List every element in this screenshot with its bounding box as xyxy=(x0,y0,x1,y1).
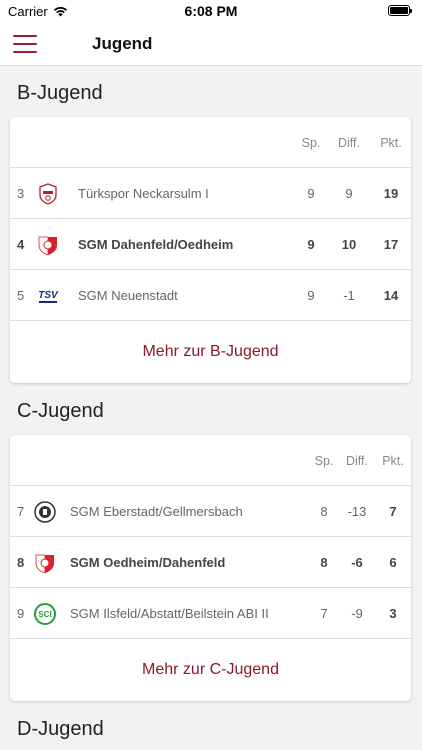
row-diff: 9 xyxy=(345,186,353,201)
status-time: 6:08 PM xyxy=(184,3,238,19)
table-row[interactable]: 3 Türkspor Neckarsulm I 9 9 19 xyxy=(10,168,411,219)
row-points: 7 xyxy=(389,504,397,519)
row-team: Türkspor Neckarsulm I xyxy=(78,186,209,201)
section-title-c-jugend: C-Jugend xyxy=(17,400,104,422)
row-games: 9 xyxy=(307,186,315,201)
row-diff: -13 xyxy=(347,504,367,519)
row-games: 8 xyxy=(320,504,328,519)
row-team: SGM Eberstadt/Gellmersbach xyxy=(70,504,243,519)
more-c-jugend-link[interactable]: Mehr zur C-Jugend xyxy=(10,639,411,701)
row-rank: 7 xyxy=(17,504,25,519)
svg-text:TSV: TSV xyxy=(38,290,59,301)
hamburger-menu-icon[interactable] xyxy=(13,35,37,53)
row-rank: 4 xyxy=(17,237,25,252)
table-row[interactable]: 5 TSV SGM Neuenstadt 9 -1 14 xyxy=(10,270,411,321)
section-title-d-jugend: D-Jugend xyxy=(17,718,104,740)
tsv-neuenstadt-logo-icon: TSV xyxy=(36,270,60,321)
more-b-jugend-link[interactable]: Mehr zur B-Jugend xyxy=(10,321,411,383)
header-sp: Sp. xyxy=(301,135,321,150)
row-diff: 10 xyxy=(341,237,357,252)
page-title: Jugend xyxy=(92,34,153,53)
row-games: 9 xyxy=(307,237,315,252)
row-diff: -6 xyxy=(351,555,363,570)
svg-text:SCI: SCI xyxy=(38,610,51,619)
row-points: 17 xyxy=(383,237,399,252)
table-row[interactable]: 7 SGM Eberstadt/Gellmersbach 8 -13 7 xyxy=(10,486,411,537)
red-white-shield-logo-icon xyxy=(33,537,57,588)
row-points: 3 xyxy=(389,606,397,621)
header-pkt: Pkt. xyxy=(380,135,402,150)
row-rank: 8 xyxy=(17,555,25,570)
section-title-b-jugend: B-Jugend xyxy=(17,82,103,104)
header-diff: Diff. xyxy=(338,135,360,150)
table-row[interactable]: 4 SGM Dahenfeld/Oedheim 9 10 17 xyxy=(10,219,411,270)
row-points: 19 xyxy=(383,186,399,201)
table-header: Sp. Diff. Pkt. xyxy=(10,117,411,168)
row-rank: 9 xyxy=(17,606,25,621)
row-team: SGM Ilsfeld/Abstatt/Beilstein ABI II xyxy=(70,606,269,621)
tuerkspor-logo-icon xyxy=(36,168,60,219)
row-diff: -1 xyxy=(343,288,355,303)
row-games: 9 xyxy=(307,288,315,303)
row-games: 8 xyxy=(320,555,328,570)
table-row[interactable]: 9 SCI SGM Ilsfeld/Abstatt/Beilstein ABI … xyxy=(10,588,411,639)
table-header: Sp. Diff. Pkt. xyxy=(10,435,411,486)
header-diff: Diff. xyxy=(346,453,368,468)
row-team: SGM Oedheim/Dahenfeld xyxy=(70,555,226,570)
navigation-bar: Jugend xyxy=(0,22,422,66)
battery-icon xyxy=(388,5,412,16)
standings-card-c-jugend: Sp. Diff. Pkt. 7 SGM Eberstadt/Gellmersb… xyxy=(10,435,411,701)
row-team: SGM Dahenfeld/Oedheim xyxy=(78,237,234,252)
red-white-shield-logo-icon xyxy=(36,219,60,270)
standings-card-b-jugend: Sp. Diff. Pkt. 3 Türkspor Neckarsulm I 9… xyxy=(10,117,411,383)
row-rank: 5 xyxy=(17,288,25,303)
table-row[interactable]: 8 SGM Oedheim/Dahenfeld 8 -6 6 xyxy=(10,537,411,588)
row-team: SGM Neuenstadt xyxy=(78,288,178,303)
row-points: 14 xyxy=(383,288,399,303)
row-rank: 3 xyxy=(17,186,25,201)
row-diff: -9 xyxy=(351,606,363,621)
sci-logo-icon: SCI xyxy=(33,588,57,639)
status-bar: Carrier 6:08 PM xyxy=(0,0,422,22)
eberstadt-logo-icon xyxy=(33,486,57,537)
row-games: 7 xyxy=(320,606,328,621)
header-sp: Sp. xyxy=(314,453,334,468)
header-pkt: Pkt. xyxy=(382,453,404,468)
row-points: 6 xyxy=(389,555,397,570)
